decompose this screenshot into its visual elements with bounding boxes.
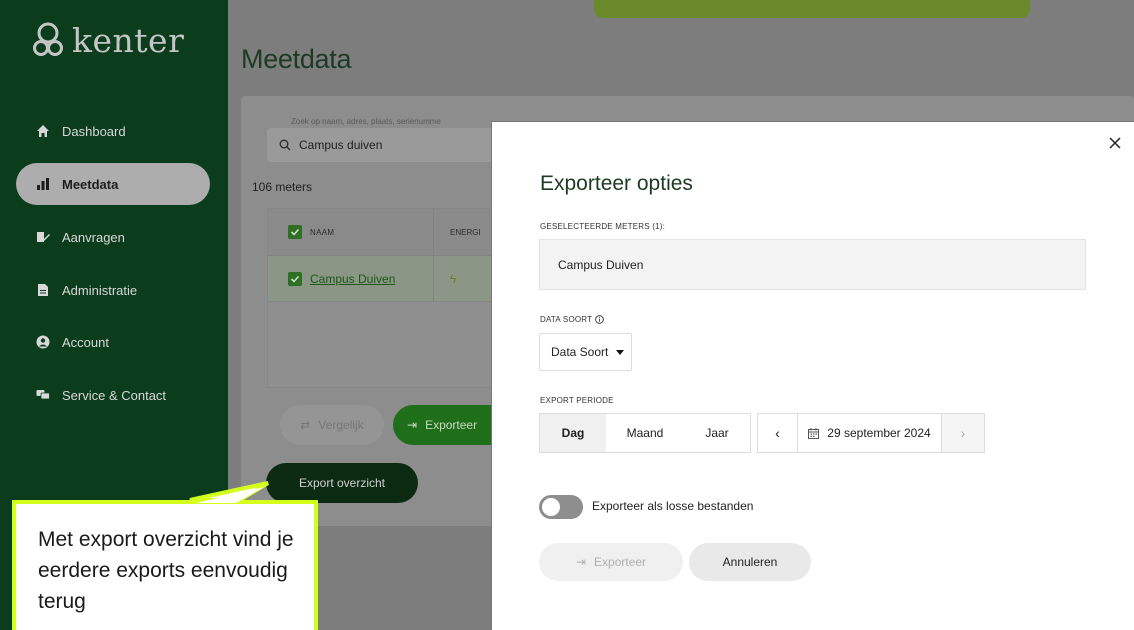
export-overzicht-button[interactable]: Export overzicht [266,463,418,503]
home-icon [36,124,50,138]
period-tab-maand[interactable]: Maand [606,414,684,452]
sidebar-item-label: Dashboard [62,123,126,139]
toggle-label: Exporteer als losse bestanden [592,499,754,513]
logo-text: kenter [72,20,185,60]
sidebar-item-label: Meetdata [62,176,119,192]
meters-count: 106 meters [252,180,313,194]
page-title: Meetdata [241,44,352,74]
callout-text: Met export overzicht vind je eerdere exp… [38,528,294,613]
modal-exporteer-label: Exporteer [594,555,647,569]
caret-down-icon [616,349,625,355]
column-header-naam[interactable]: NAAM [310,228,334,237]
search-input-value: Campus duiven [299,138,383,152]
top-banner [594,0,1030,18]
search-icon [279,139,291,151]
info-icon[interactable] [595,315,605,324]
data-soort-label: DATA SOORT [540,315,593,324]
modal-title: Exporteer opties [540,172,693,195]
sidebar-item-label: Service & Contact [62,387,167,403]
date-navigator: ‹ 29 september 2024 › [757,413,985,453]
period-tab-jaar[interactable]: Jaar [684,414,750,452]
date-picker[interactable]: 29 september 2024 [798,414,942,452]
kenter-logo-icon [33,22,63,56]
export-periode-label: EXPORT PERIODE [540,396,614,405]
table-header: NAAM ENERGI [268,209,496,256]
chevron-right-icon: › [960,425,966,441]
search-hint: Zoek op naam, adres, plaats, serienumme [291,117,441,126]
next-date-button[interactable]: › [942,414,984,452]
sidebar-item-account[interactable]: Account [16,321,210,363]
check-icon [290,275,300,283]
modal-exporteer-button[interactable]: ⇥ Exporteer [539,543,683,581]
chevron-left-icon: ‹ [775,425,780,441]
export-icon: ⇥ [575,555,587,569]
sidebar-item-administratie[interactable]: Administratie [16,269,210,311]
exporteer-button-label: Exporteer [425,418,478,432]
sidebar-item-label: Account [62,334,109,350]
vergelijk-button-label: Vergelijk [318,418,364,432]
export-icon: ⇥ [407,418,418,432]
selected-meters-label: GESELECTEERDE METERS (1): [540,222,666,231]
date-value: 29 september 2024 [827,426,931,440]
vergelijk-button[interactable]: ⇄ Vergelijk [280,405,384,445]
meters-table: NAAM ENERGI Campus Duiven ϟ [267,208,497,388]
select-all-checkbox[interactable] [288,225,302,239]
losse-bestanden-toggle[interactable] [539,495,583,519]
period-segmented-control: Dag Maand Jaar [539,413,751,453]
electricity-icon: ϟ [450,271,457,286]
table-row: Campus Duiven ϟ [268,256,496,302]
close-button[interactable] [1106,134,1124,152]
sidebar-item-label: Administratie [62,282,138,298]
period-tab-dag[interactable]: Dag [540,414,606,452]
sidebar-item-meetdata[interactable]: Meetdata [16,163,210,205]
toggle-knob [542,498,560,516]
column-header-energie[interactable]: ENERGI [434,209,496,255]
sidebar-item-dashboard[interactable]: Dashboard [16,110,210,152]
sidebar-item-service-contact[interactable]: Service & Contact [16,374,210,416]
chat-icon [36,388,50,402]
meter-name-link[interactable]: Campus Duiven [310,272,395,286]
selected-meters-value: Campus Duiven [558,257,644,272]
document-icon [36,283,50,297]
user-circle-icon [36,335,50,349]
data-soort-value: Data Soort [551,345,609,359]
check-icon [290,228,300,236]
logo[interactable]: kenter [30,20,184,60]
callout-box: Met export overzicht vind je eerdere exp… [12,500,318,630]
exporteer-button[interactable]: ⇥ Exporteer [393,405,503,445]
selected-meters-field: Campus Duiven [539,239,1086,290]
search-input[interactable]: Campus duiven [267,128,497,162]
close-icon [1109,137,1121,149]
bar-chart-icon [36,177,50,191]
annuleren-label: Annuleren [722,555,778,569]
previous-date-button[interactable]: ‹ [758,414,798,452]
data-soort-dropdown[interactable]: Data Soort [539,333,632,371]
row-checkbox[interactable] [288,271,302,286]
compare-icon: ⇄ [300,418,311,432]
data-soort-label-row: DATA SOORT [540,315,605,324]
export-overzicht-label: Export overzicht [298,476,386,490]
calendar-icon [808,427,820,439]
edit-document-icon [36,230,50,244]
sidebar-item-label: Aanvragen [62,229,125,245]
sidebar-item-aanvragen[interactable]: Aanvragen [16,216,210,258]
annuleren-button[interactable]: Annuleren [689,543,811,581]
